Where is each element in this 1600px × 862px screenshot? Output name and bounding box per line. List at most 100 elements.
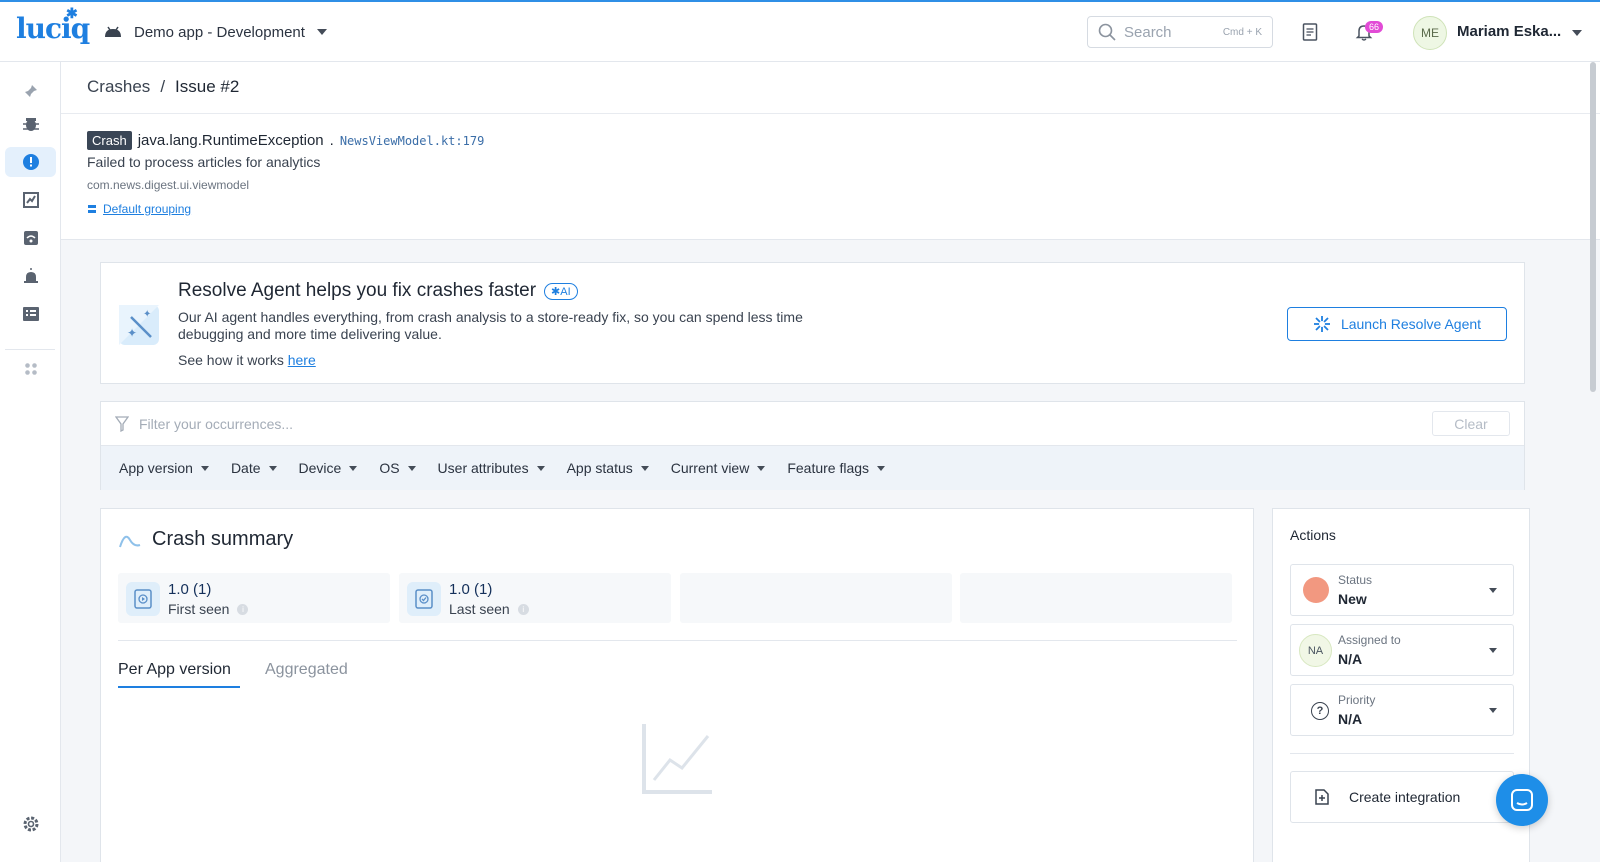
summary-title-text: Crash summary <box>152 528 294 550</box>
breadcrumb-separator: / <box>160 77 166 96</box>
launch-resolve-agent-button[interactable]: Launch Resolve Agent <box>1287 307 1507 341</box>
first-seen-label-text: First seen <box>168 601 230 617</box>
chevron-down-icon <box>877 465 886 471</box>
last-seen-label: Last seen i <box>449 601 529 617</box>
stat-placeholder <box>960 573 1232 623</box>
chip-label: User attributes <box>437 460 529 476</box>
filter-placeholder: Filter your occurrences... <box>139 415 294 432</box>
docs-icon[interactable] <box>1298 20 1322 44</box>
status-dot <box>1303 577 1329 603</box>
resolve-agent-banner: ✦ ✦ Resolve Agent helps you fix crashes … <box>100 262 1525 384</box>
filter-chip-current-view[interactable]: Current view <box>671 460 766 476</box>
crash-summary-title: Crash summary <box>118 528 293 551</box>
support-chat-button[interactable] <box>1496 774 1548 826</box>
clear-filter-button[interactable]: Clear <box>1432 411 1510 436</box>
sidebar <box>0 62 61 862</box>
agent-see-how: See how it works here <box>178 352 316 368</box>
chevron-down-icon <box>407 465 416 471</box>
sidebar-item-network[interactable] <box>5 223 56 253</box>
filter-chip-user-attributes[interactable]: User attributes <box>438 460 545 476</box>
last-seen-label-text: Last seen <box>449 601 510 617</box>
chat-icon <box>1511 789 1533 811</box>
info-icon[interactable]: i <box>517 603 529 615</box>
sidebar-divider <box>5 349 55 350</box>
first-seen-value: 1.0 (1) <box>168 581 212 598</box>
priority-value: N/A <box>1338 711 1363 727</box>
chevron-down-icon <box>349 465 358 471</box>
see-how-link[interactable]: here <box>288 352 316 368</box>
default-grouping-link[interactable]: Default grouping <box>87 202 191 216</box>
sidebar-item-performance[interactable] <box>5 185 56 215</box>
chevron-down-icon <box>1489 648 1497 653</box>
crash-tag: Crash <box>87 131 132 150</box>
sidebar-item-reports[interactable] <box>5 299 56 329</box>
empty-chart-icon <box>642 724 712 794</box>
search-input[interactable]: Search Cmd + K <box>1087 16 1273 48</box>
chevron-down-icon <box>316 29 327 35</box>
chevron-down-icon <box>200 465 209 471</box>
integration-icon <box>1315 789 1329 805</box>
breadcrumb: Crashes / Issue #2 <box>87 77 239 97</box>
filter-input[interactable]: Filter your occurrences... Clear <box>101 402 1524 445</box>
tab-per-app-version[interactable]: Per App version <box>118 661 231 679</box>
search-icon <box>1098 23 1116 41</box>
status-value: New <box>1338 591 1367 607</box>
filter-chip-app-status[interactable]: App status <box>567 460 649 476</box>
filter-chip-app-version[interactable]: App version <box>119 460 209 476</box>
sidebar-item-crashes[interactable] <box>5 147 56 177</box>
sidebar-item-apps[interactable] <box>5 354 56 384</box>
priority-select[interactable]: ? Priority N/A <box>1290 684 1514 736</box>
filter-chip-os[interactable]: OS <box>379 460 416 476</box>
app-name: Demo app - Development <box>134 23 305 41</box>
sidebar-item-settings[interactable] <box>5 809 56 839</box>
user-name[interactable]: Mariam Eska... <box>1457 23 1561 40</box>
brand-logo[interactable]: luciq ✱ <box>16 6 90 45</box>
sidebar-item-bugs[interactable] <box>5 109 56 139</box>
sparkle-icon <box>1313 316 1330 332</box>
crash-location: NewsViewModel.kt:179 <box>339 133 485 148</box>
chevron-down-icon <box>536 465 545 471</box>
issue-header: Crashes / Issue #2 Crash java.lang.Runti… <box>61 62 1600 240</box>
filter-chip-date[interactable]: Date <box>231 460 277 476</box>
assignee-label: Assigned to <box>1338 633 1401 647</box>
see-how-text: See how it works <box>178 352 284 368</box>
magic-wand-icon: ✦ ✦ <box>119 305 159 345</box>
user-menu-chevron-icon[interactable] <box>1572 30 1582 36</box>
sidebar-item-alerts[interactable] <box>5 261 56 291</box>
assignee-select[interactable]: NA Assigned to N/A <box>1290 624 1514 676</box>
stat-first-seen: 1.0 (1) First seen i <box>118 573 390 623</box>
pin-icon <box>24 85 37 97</box>
actions-panel: Actions Status New NA Assigned to N/A ? … <box>1272 508 1530 862</box>
actions-title: Actions <box>1290 527 1336 543</box>
crash-summary-panel: Crash summary 1.0 (1) First seen i 1.0 (1… <box>100 508 1254 862</box>
filter-chip-feature-flags[interactable]: Feature flags <box>787 460 886 476</box>
network-icon <box>23 231 38 245</box>
issue-title: Crash java.lang.RuntimeException . NewsV… <box>87 131 484 150</box>
filter-icon <box>115 415 129 432</box>
notification-badge: 66 <box>1365 21 1384 33</box>
chip-label: App status <box>566 460 633 476</box>
stat-last-seen: 1.0 (1) Last seen i <box>399 573 671 623</box>
breadcrumb-parent[interactable]: Crashes <box>87 77 150 97</box>
agent-description: Our AI agent handles everything, from cr… <box>178 309 803 342</box>
crash-package: com.news.digest.ui.viewmodel <box>87 178 250 192</box>
android-icon <box>105 26 121 37</box>
app-switcher[interactable]: Demo app - Development <box>104 20 327 44</box>
logo-star-icon: ✱ <box>66 6 78 22</box>
status-select[interactable]: Status New <box>1290 564 1514 616</box>
info-icon[interactable]: i <box>237 603 249 615</box>
active-tab-indicator <box>118 686 240 688</box>
tab-aggregated[interactable]: Aggregated <box>265 661 348 679</box>
user-avatar[interactable]: ME <box>1413 16 1447 50</box>
chip-label: Feature flags <box>787 460 870 476</box>
filter-chip-device[interactable]: Device <box>299 460 358 476</box>
create-integration-button[interactable]: Create integration <box>1290 771 1514 823</box>
chip-label: OS <box>379 460 400 476</box>
agent-title-text: Resolve Agent helps you fix crashes fast… <box>178 280 537 301</box>
sidebar-item-pinned[interactable] <box>5 76 56 106</box>
ai-chip-text: AI <box>560 285 571 298</box>
question-circle-icon: ? <box>1311 702 1329 720</box>
crash-icon <box>22 154 39 170</box>
assignee-value: N/A <box>1338 651 1363 667</box>
page-scrollbar[interactable] <box>1590 62 1596 392</box>
